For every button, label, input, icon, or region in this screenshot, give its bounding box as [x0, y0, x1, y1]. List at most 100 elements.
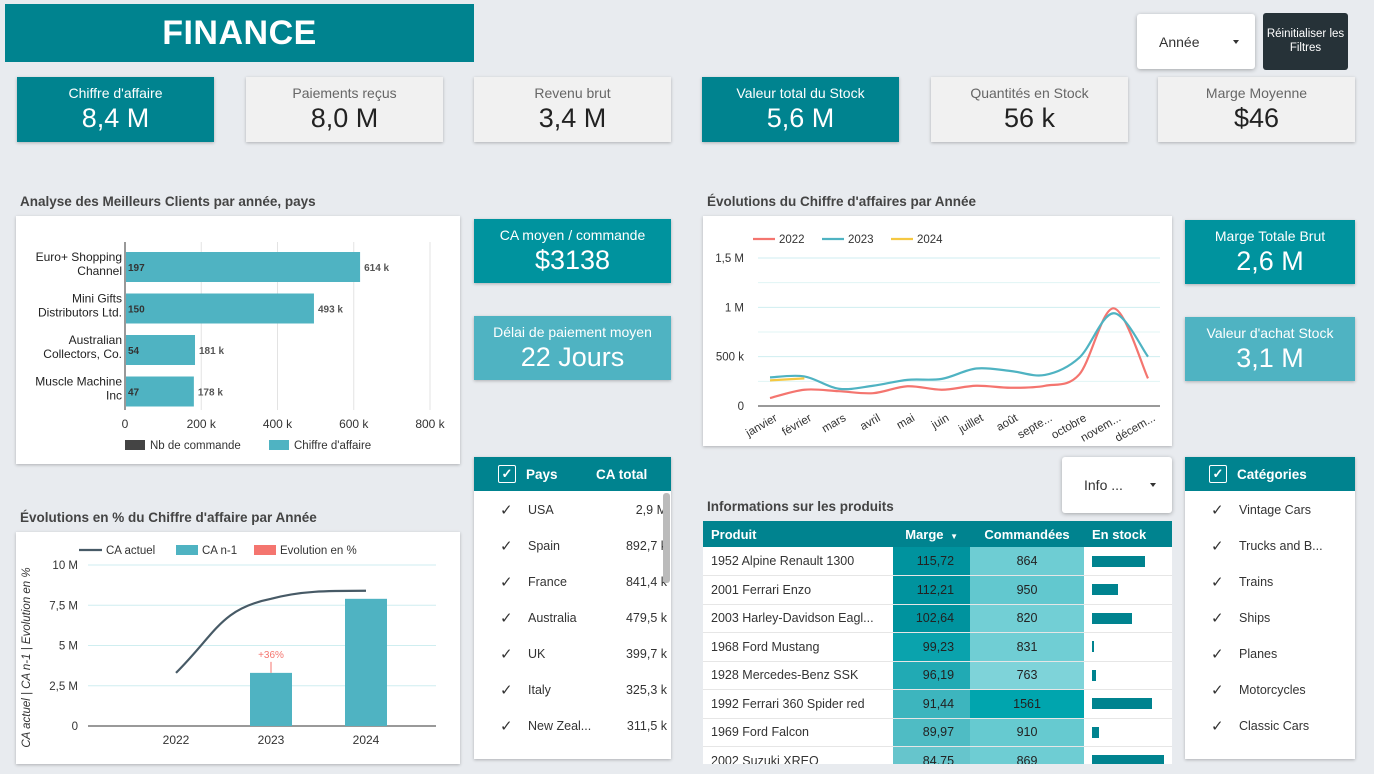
series-line-2024 — [769, 377, 805, 382]
bar-label-chiffre-affaire: 493 k — [318, 305, 343, 316]
bar-label-chiffre-affaire: 614 k — [364, 263, 389, 274]
kpi-marge-totale: Marge Totale Brut 2,6 M — [1185, 220, 1355, 284]
check-icon[interactable]: ✓ — [1211, 501, 1231, 519]
pays-row[interactable]: ✓ France 841,4 k — [474, 564, 671, 600]
pays-name: Australia — [528, 611, 577, 625]
y-tick-label: 500 k — [716, 352, 744, 364]
table-row[interactable]: 2001 Ferrari Enzo 112,21 950 — [703, 575, 1172, 605]
category-row[interactable]: ✓ Vintage Cars — [1185, 492, 1355, 528]
pays-row[interactable]: ✓ UK 399,7 k — [474, 636, 671, 672]
check-icon[interactable]: ✓ — [1211, 609, 1231, 627]
category-label: Mini Gifts Distributors Ltd. — [38, 292, 122, 320]
legend-label: 2024 — [917, 234, 943, 246]
evol-ca-line-chart: 0 500 k 1 M 1,5 M janvier février mars avril mai… — [715, 234, 1160, 445]
check-icon[interactable]: ✓ — [1211, 537, 1231, 555]
reset-filters-button[interactable]: Réinitialiser les Filtres — [1263, 13, 1348, 70]
product-commandees: 864 — [970, 547, 1084, 576]
x-tick-label: 800 k — [415, 417, 445, 431]
y-tick-label: 0 — [72, 721, 78, 733]
legend-label: CA n-1 — [202, 545, 237, 557]
clients-chart: 0 200 k 400 k 600 k 800 k Euro+ Shopping Chann… — [16, 216, 460, 464]
pays-row[interactable]: ✓ Spain 892,7 k — [474, 528, 671, 564]
check-icon[interactable]: ✓ — [500, 681, 520, 699]
product-name: 1992 Ferrari 360 Spider red — [703, 689, 894, 719]
product-name: 1928 Mercedes-Benz SSK — [703, 661, 894, 690]
legend-swatch — [269, 440, 289, 450]
pays-row[interactable]: ✓ Italy 325,3 k — [474, 672, 671, 708]
product-en-stock — [1083, 689, 1172, 719]
category-row[interactable]: ✓ Motorcycles — [1185, 672, 1355, 708]
pays-row[interactable]: ✓ Australia 479,5 k — [474, 600, 671, 636]
category-row[interactable]: ✓ Classic Cars — [1185, 708, 1355, 744]
col-header-commandees[interactable]: Commandées — [970, 521, 1084, 547]
check-icon[interactable]: ✓ — [1211, 573, 1231, 591]
legend-swatch — [176, 545, 198, 555]
product-marge: 99,23 — [893, 632, 971, 662]
check-icon[interactable]: ✓ — [500, 609, 520, 627]
stock-bar — [1091, 726, 1099, 738]
pays-row[interactable]: ✓ New Zeal... 311,5 k — [474, 708, 671, 744]
info-dropdown[interactable]: Info ... — [1062, 457, 1172, 513]
check-icon[interactable]: ✓ — [1211, 681, 1231, 699]
kpi-label: Revenu brut — [534, 85, 611, 101]
pays-header: ✓ Pays CA total — [474, 457, 671, 491]
product-marge: 112,21 — [893, 575, 971, 605]
product-en-stock — [1083, 547, 1172, 576]
bar-label-nb-commande: 54 — [128, 346, 140, 357]
table-row[interactable]: 1968 Ford Mustang 99,23 831 — [703, 632, 1172, 662]
col-header-produit[interactable]: Produit — [703, 521, 894, 547]
check-icon[interactable]: ✓ — [1211, 717, 1231, 735]
year-dropdown[interactable]: Année — [1137, 14, 1255, 69]
pays-row[interactable]: ✓ USA 2,9 M — [474, 492, 671, 528]
product-en-stock — [1083, 746, 1172, 764]
x-tick-label: 2024 — [353, 733, 380, 747]
bar-label-nb-commande: 197 — [128, 263, 145, 274]
check-icon[interactable]: ✓ — [500, 717, 520, 735]
y-tick-label: 1 M — [725, 302, 744, 314]
table-row[interactable]: 1928 Mercedes-Benz SSK 96,19 763 — [703, 661, 1172, 690]
table-row[interactable]: 2003 Harley-Davidson Eagl... 102,64 820 — [703, 604, 1172, 633]
category-row[interactable]: ✓ Trucks and B... — [1185, 528, 1355, 564]
table-row[interactable]: 1969 Ford Falcon 89,97 910 — [703, 718, 1172, 747]
category-name: Ships — [1239, 611, 1271, 625]
product-marge: 115,72 — [893, 547, 971, 576]
bar-chiffre-affaire — [126, 252, 361, 282]
table-row[interactable]: 2002 Suzuki XREO 84,75 869 — [703, 746, 1172, 764]
year-dropdown-label: Année — [1159, 33, 1200, 50]
category-row[interactable]: ✓ Planes — [1185, 636, 1355, 672]
check-icon[interactable]: ✓ — [500, 573, 520, 591]
category-row[interactable]: ✓ Ships — [1185, 600, 1355, 636]
legend-label: 2022 — [779, 234, 805, 246]
legend-label: Nb de commande — [150, 440, 241, 452]
kpi-quantites-stock: Quantités en Stock 56 k — [931, 77, 1128, 142]
col-header-marge[interactable]: Marge ▼ — [893, 521, 971, 547]
category-label: Australian Collectors, Co. — [43, 333, 122, 361]
evol-ca-chart: 0 500 k 1 M 1,5 M janvier février mars avril mai… — [703, 216, 1172, 446]
y-tick-label: 10 M — [52, 560, 78, 572]
kpi-label: CA moyen / commande — [499, 226, 646, 243]
check-icon[interactable]: ✓ — [500, 501, 520, 519]
category-row[interactable]: ✓ Trains — [1185, 564, 1355, 600]
select-all-checkbox[interactable]: ✓ — [498, 465, 516, 483]
chevron-down-icon — [1150, 483, 1156, 487]
check-icon[interactable]: ✓ — [500, 645, 520, 663]
bar-label-nb-commande: 47 — [128, 388, 140, 399]
check-icon[interactable]: ✓ — [1211, 645, 1231, 663]
table-row[interactable]: 1952 Alpine Renault 1300 115,72 864 — [703, 547, 1172, 576]
product-name: 2002 Suzuki XREO — [703, 746, 894, 764]
x-tick-label: 2022 — [163, 733, 190, 747]
kpi-value: 8,0 M — [310, 103, 379, 133]
select-all-checkbox[interactable]: ✓ — [1209, 465, 1227, 483]
x-tick-label: mai — [895, 412, 917, 432]
product-en-stock — [1083, 661, 1172, 690]
table-row[interactable]: 1992 Ferrari 360 Spider red 91,44 1561 — [703, 689, 1172, 719]
kpi-value: 3,4 M — [538, 103, 607, 133]
bar-ca-n-1 — [250, 672, 292, 726]
col-header-en-stock[interactable]: En stock — [1083, 521, 1172, 547]
check-icon[interactable]: ✓ — [500, 537, 520, 555]
x-tick-label: 0 — [122, 417, 129, 431]
x-tick-label: 400 k — [263, 417, 293, 431]
x-tick-label: juillet — [956, 412, 986, 436]
scrollbar[interactable] — [663, 493, 670, 583]
pays-ca-total: 2,9 M — [635, 503, 667, 517]
